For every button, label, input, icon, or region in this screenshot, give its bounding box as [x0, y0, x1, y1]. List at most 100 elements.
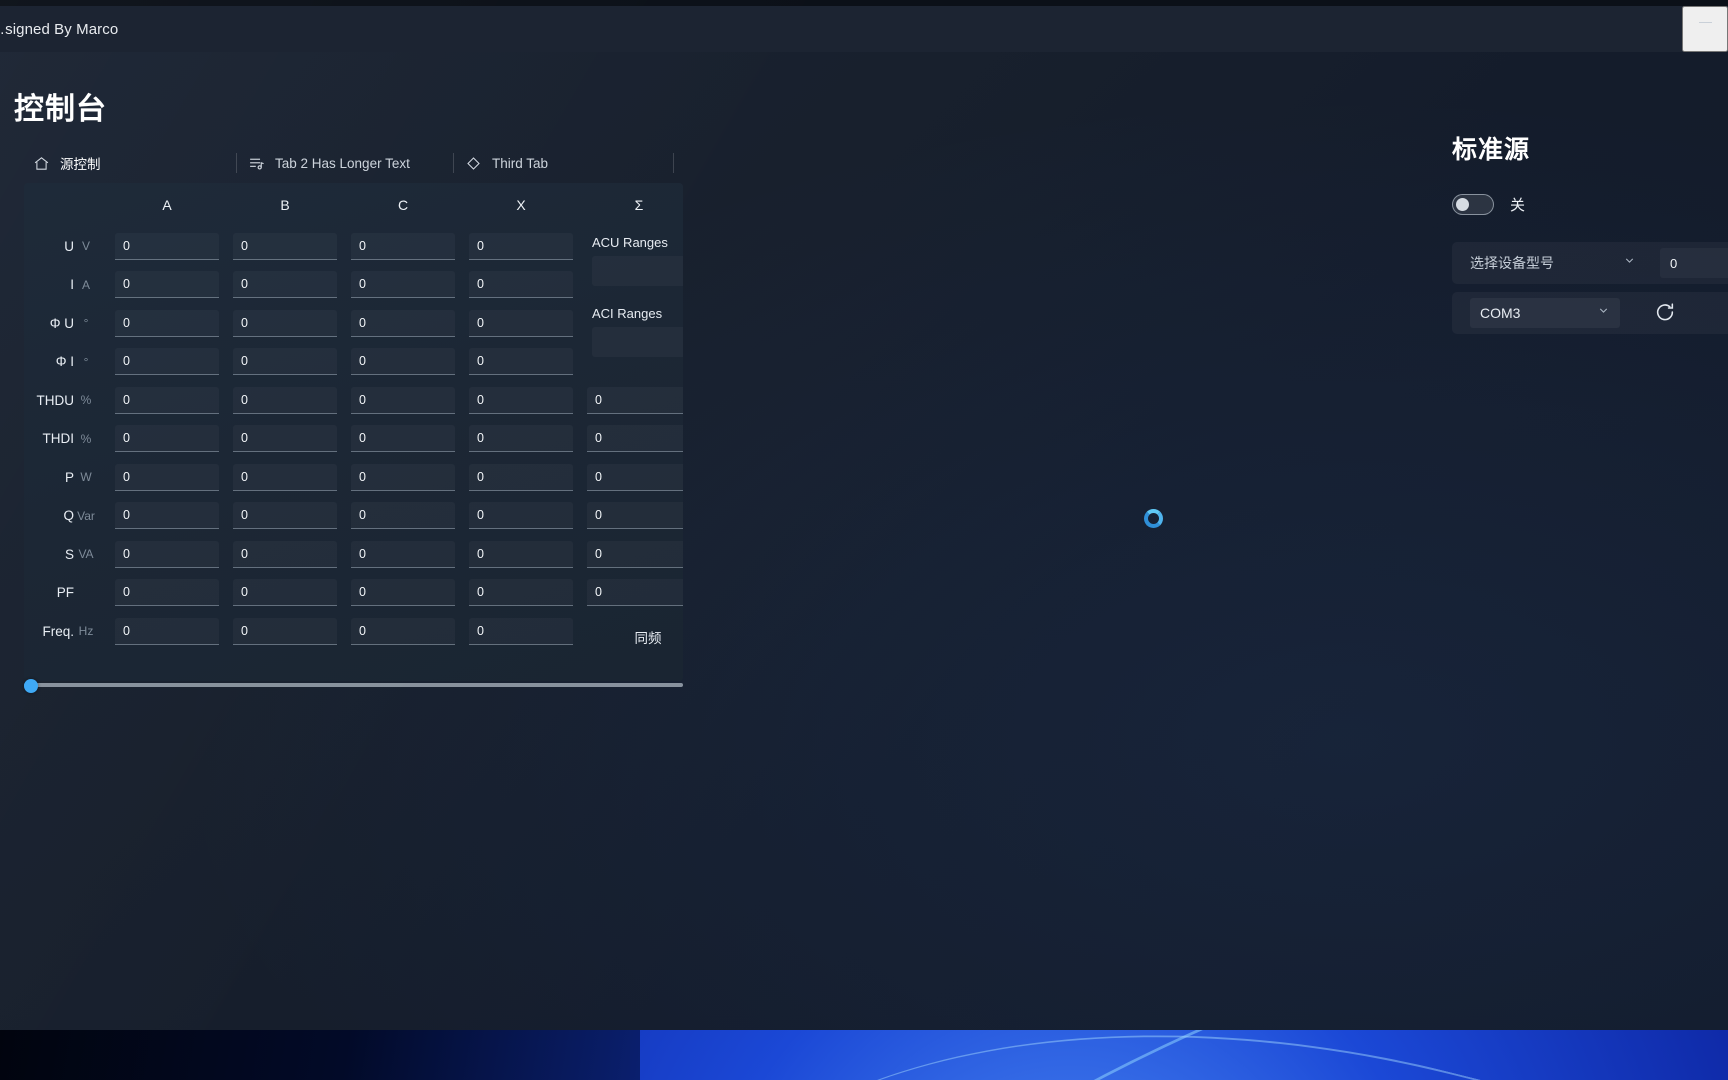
measure-input[interactable]: [233, 579, 337, 607]
measure-input[interactable]: [469, 617, 573, 645]
measure-input[interactable]: [351, 579, 455, 607]
table-cell: [226, 463, 344, 491]
minimize-icon: [1698, 21, 1712, 23]
measure-input-sum[interactable]: [587, 386, 683, 414]
measure-input[interactable]: [351, 348, 455, 376]
measure-input-sum[interactable]: [587, 579, 683, 607]
measure-input[interactable]: [469, 309, 573, 337]
measure-input[interactable]: [115, 309, 219, 337]
serial-port-select[interactable]: COM3: [1470, 298, 1620, 328]
measure-input[interactable]: [115, 617, 219, 645]
measure-input[interactable]: [115, 502, 219, 530]
row-name: Freq.: [42, 623, 74, 639]
measure-input[interactable]: [351, 386, 455, 414]
measurement-grid-body: UVIAΦ U°Φ I°THDU%THDI%PWQVarSVAPFFreq.Hz: [24, 227, 683, 651]
row-label: Freq. Hz: [24, 624, 108, 639]
table-cell: [344, 425, 462, 453]
row-unit: W: [80, 470, 92, 485]
measure-input[interactable]: [115, 232, 219, 260]
tab-two[interactable]: Tab 2 Has Longer Text: [237, 146, 453, 180]
title-bar: …signed By Marco: [0, 6, 1728, 52]
measure-input[interactable]: [115, 386, 219, 414]
table-row: THDI%: [24, 420, 683, 459]
measure-input-sum[interactable]: [587, 463, 683, 491]
sync-frequency-button[interactable]: 同频: [592, 624, 683, 650]
measure-input[interactable]: [351, 617, 455, 645]
scrollbar-track[interactable]: [24, 683, 683, 687]
tab-label: Third Tab: [492, 155, 549, 171]
measure-input[interactable]: [469, 386, 573, 414]
tab-three[interactable]: Third Tab: [454, 146, 673, 180]
table-cell: [344, 463, 462, 491]
measure-input[interactable]: [115, 463, 219, 491]
row-label: S VA: [24, 547, 108, 562]
acu-ranges-select[interactable]: [592, 256, 683, 286]
table-row: IA: [24, 266, 683, 305]
table-cell-sum: [580, 463, 683, 491]
measure-input[interactable]: [469, 502, 573, 530]
tab-source-control[interactable]: 源控制: [22, 146, 236, 180]
measure-input[interactable]: [233, 271, 337, 299]
measure-input[interactable]: [469, 579, 573, 607]
table-cell-sum: [580, 540, 683, 568]
table-cell: [344, 232, 462, 260]
measure-input[interactable]: [469, 232, 573, 260]
measure-input[interactable]: [233, 425, 337, 453]
measure-input[interactable]: [233, 386, 337, 414]
device-value-input[interactable]: [1660, 248, 1728, 278]
table-cell: [344, 271, 462, 299]
table-cell-sum: [580, 579, 683, 607]
minimize-button[interactable]: [1682, 6, 1728, 52]
panel-horizontal-scrollbar[interactable]: [24, 679, 683, 693]
row-label: Q Var: [24, 508, 108, 523]
table-cell: [344, 309, 462, 337]
row-label: THDU%: [24, 393, 108, 408]
measure-input[interactable]: [469, 348, 573, 376]
measure-input[interactable]: [115, 425, 219, 453]
refresh-ports-button[interactable]: [1648, 296, 1682, 330]
measure-input[interactable]: [351, 463, 455, 491]
measurement-grid: A B C X Σ UVIAΦ U°Φ I°THDU%THDI%PWQVarSV…: [24, 183, 683, 651]
table-cell-sum: [580, 502, 683, 530]
measure-input[interactable]: [351, 232, 455, 260]
table-row: UV: [24, 227, 683, 266]
measure-input[interactable]: [351, 540, 455, 568]
measure-input[interactable]: [115, 540, 219, 568]
diamond-icon: [464, 154, 482, 172]
row-unit: Hz: [78, 624, 94, 639]
measure-input[interactable]: [351, 502, 455, 530]
table-cell: [344, 540, 462, 568]
table-cell: [108, 348, 226, 376]
scrollbar-thumb[interactable]: [24, 679, 38, 693]
measure-input[interactable]: [233, 463, 337, 491]
tab-bar: 源控制 Tab 2 Has Longer Text Third Tab: [22, 146, 674, 180]
aci-ranges-select[interactable]: [592, 327, 683, 357]
measure-input[interactable]: [469, 540, 573, 568]
measure-input-sum[interactable]: [587, 502, 683, 530]
acu-ranges-label: ACU Ranges: [592, 235, 668, 250]
device-model-select[interactable]: 选择设备型号: [1460, 248, 1646, 278]
measure-input[interactable]: [351, 309, 455, 337]
source-power-toggle[interactable]: [1452, 194, 1494, 215]
measure-input[interactable]: [469, 463, 573, 491]
measure-input[interactable]: [351, 271, 455, 299]
measure-input-sum[interactable]: [587, 540, 683, 568]
measure-input[interactable]: [233, 348, 337, 376]
measure-input[interactable]: [233, 617, 337, 645]
measure-input[interactable]: [469, 271, 573, 299]
measure-input[interactable]: [233, 502, 337, 530]
measure-input-sum[interactable]: [587, 425, 683, 453]
measure-input[interactable]: [233, 540, 337, 568]
page-title: 控制台: [14, 93, 107, 126]
column-header-sigma: Σ: [634, 197, 644, 213]
measure-input[interactable]: [115, 579, 219, 607]
measure-input[interactable]: [115, 271, 219, 299]
measure-input[interactable]: [469, 425, 573, 453]
measure-input[interactable]: [351, 425, 455, 453]
measure-input[interactable]: [233, 309, 337, 337]
measure-input[interactable]: [233, 232, 337, 260]
measure-input[interactable]: [115, 348, 219, 376]
application-window: …signed By Marco 控制台 源控制 Tab 2 Has Longe…: [0, 0, 1728, 1030]
table-cell: [462, 540, 580, 568]
row-name: Φ U: [49, 315, 74, 331]
